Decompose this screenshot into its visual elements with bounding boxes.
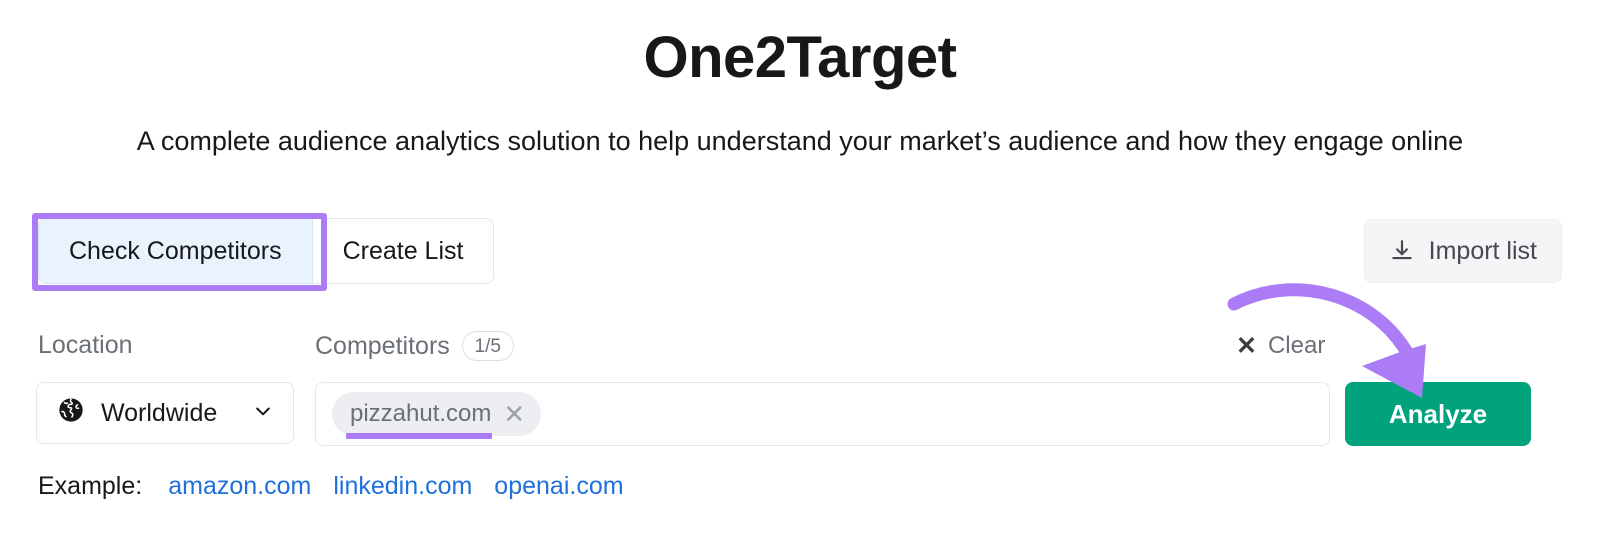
globe-icon [57, 396, 85, 431]
page-subtitle: A complete audience analytics solution t… [136, 126, 1464, 156]
mode-tabs: Check Competitors Create List [38, 218, 495, 284]
download-icon [1389, 238, 1415, 264]
examples-label: Example: [38, 472, 143, 500]
analyze-button[interactable]: Analyze [1345, 382, 1531, 446]
one2target-page: One2Target A complete audience analytics… [0, 0, 1600, 543]
close-icon[interactable]: ✕ [503, 401, 525, 427]
competitors-input[interactable]: pizzahut.com ✕ [315, 382, 1330, 446]
tab-create-list[interactable]: Create List [312, 218, 495, 284]
competitors-label-group: Competitors 1/5 [315, 331, 514, 361]
clear-label: Clear [1267, 332, 1326, 359]
examples-row: Example: amazon.com linkedin.com openai.… [38, 472, 624, 501]
page-title: One2Target [643, 25, 957, 90]
tab-check-competitors[interactable]: Check Competitors [38, 218, 313, 284]
import-list-label: Import list [1428, 236, 1537, 265]
import-list-button[interactable]: Import list [1363, 219, 1562, 283]
example-link-linkedin[interactable]: linkedin.com [333, 472, 472, 501]
tab-check-competitors-label: Check Competitors [69, 236, 282, 265]
chevron-down-icon [253, 399, 273, 428]
location-label: Location [38, 331, 133, 359]
close-icon: ✕ [1236, 331, 1257, 360]
clear-button[interactable]: ✕ Clear [1236, 332, 1325, 360]
competitors-label: Competitors [315, 331, 450, 360]
competitors-count-badge: 1/5 [461, 331, 514, 361]
tab-create-list-label: Create List [342, 236, 464, 265]
competitor-chip[interactable]: pizzahut.com ✕ [332, 392, 542, 439]
location-select[interactable]: Worldwide [36, 382, 294, 444]
annotation-underline [346, 433, 492, 439]
example-link-amazon[interactable]: amazon.com [168, 472, 311, 501]
competitor-chip-label: pizzahut.com [350, 400, 492, 427]
location-value: Worldwide [101, 398, 218, 427]
example-link-openai[interactable]: openai.com [494, 472, 623, 501]
